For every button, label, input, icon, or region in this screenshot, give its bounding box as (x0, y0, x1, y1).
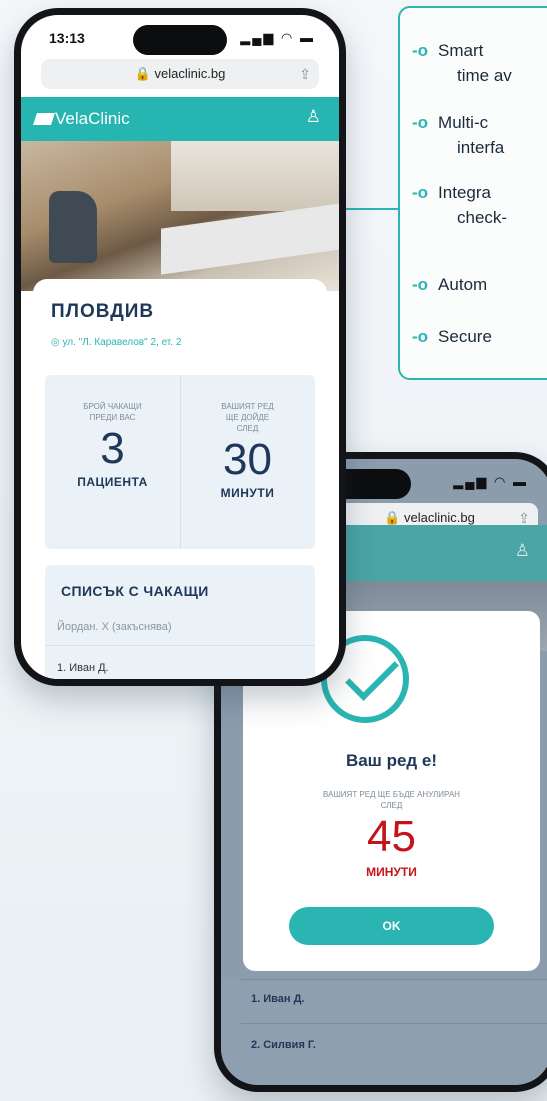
waiting-list-title: СПИСЪК С ЧАКАЩИ (61, 583, 209, 599)
bullet-icon: -o (412, 41, 429, 60)
bullet-icon: -o (412, 183, 429, 202)
waiting-list: СПИСЪК С ЧАКАЩИ Йордан. Х (закъснява) 1.… (45, 565, 315, 679)
address[interactable]: ◎ ул. "Л. Каравелов" 2, ет. 2 (51, 337, 181, 348)
bullet-icon: -o (412, 113, 429, 132)
cancel-timer-value: 45 (367, 812, 416, 861)
status-time: 13:13 (49, 30, 85, 46)
status-bar: 13:13 ▂▄▆ ◠ ▬ (21, 15, 339, 63)
clinic-photo (21, 141, 339, 291)
user-icon[interactable]: ♙ (515, 541, 530, 561)
cancel-timer-label: ВАШИЯТ РЕД ЩЕ БЪДЕ АНУЛИРАН СЛЕД (323, 790, 460, 810)
list-item-late: Йордан. Х (закъснява) (57, 621, 172, 633)
patients-ahead-stat: БРОЙ ЧАКАЩИ ПРЕДИ ВАС 3 ПАЦИЕНТА (45, 375, 181, 549)
list-item: 1. Иван Д. (251, 993, 305, 1005)
phone-front: 13:13 ▂▄▆ ◠ ▬ 🔒 velaclinic.bg ⇪ VelaClin… (14, 8, 346, 686)
waiting-list: 1. Иван Д. 2. Силвия Г. (221, 979, 547, 1085)
list-item: 2. Силвия Г. (251, 1039, 316, 1051)
address-bar[interactable]: 🔒 velaclinic.bg ⇪ (41, 59, 319, 89)
logo-mark-icon (33, 113, 55, 125)
signal-wifi-battery-icon: ▂▄▆ ◠ ▬ (240, 30, 315, 45)
divider (45, 645, 315, 646)
feature-callout: -o Smart time av -o Multi-c interfa -o Inte… (398, 6, 547, 380)
dynamic-island (133, 25, 227, 55)
ok-button[interactable]: OK (289, 907, 494, 945)
share-icon[interactable]: ⇪ (299, 59, 311, 89)
app-header: VelaClinic ♙ (21, 97, 339, 141)
clinic-card: ПЛОВДИВ ◎ ул. "Л. Каравелов" 2, ет. 2 БР… (33, 279, 327, 679)
bullet-icon: -o (412, 327, 429, 346)
feature-item: -o Autom (412, 275, 488, 294)
lock-icon: 🔒 (134, 66, 151, 81)
modal-title: Ваш ред е! (345, 751, 438, 770)
signal-wifi-battery-icon: ▂▄▆ ◠ ▬ (453, 474, 528, 489)
divider (241, 1023, 547, 1024)
phone-front-screen: 13:13 ▂▄▆ ◠ ▬ 🔒 velaclinic.bg ⇪ VelaClin… (21, 15, 339, 679)
queue-stats: БРОЙ ЧАКАЩИ ПРЕДИ ВАС 3 ПАЦИЕНТА ВАШИЯТ … (45, 375, 315, 549)
brand-logo[interactable]: VelaClinic (33, 109, 130, 129)
bullet-icon: -o (412, 275, 429, 294)
feature-item: -o Multi-c interfa (412, 113, 505, 157)
cancel-timer-unit: МИНУТИ (366, 865, 417, 879)
wait-time-stat: ВАШИЯТ РЕД ЩЕ ДОЙДЕ СЛЕД 30 МИНУТИ (220, 402, 275, 500)
feature-item: -o Secure (412, 327, 492, 346)
user-icon[interactable]: ♙ (306, 107, 321, 127)
city-title: ПЛОВДИВ (51, 301, 155, 322)
lock-icon: 🔒 (384, 510, 401, 525)
list-item: 1. Иван Д. (57, 662, 109, 674)
location-pin-icon: ◎ (51, 337, 60, 348)
divider (241, 979, 547, 980)
feature-item: -o Smart time av (412, 41, 512, 85)
feature-item: -o Integra check- (412, 183, 508, 227)
